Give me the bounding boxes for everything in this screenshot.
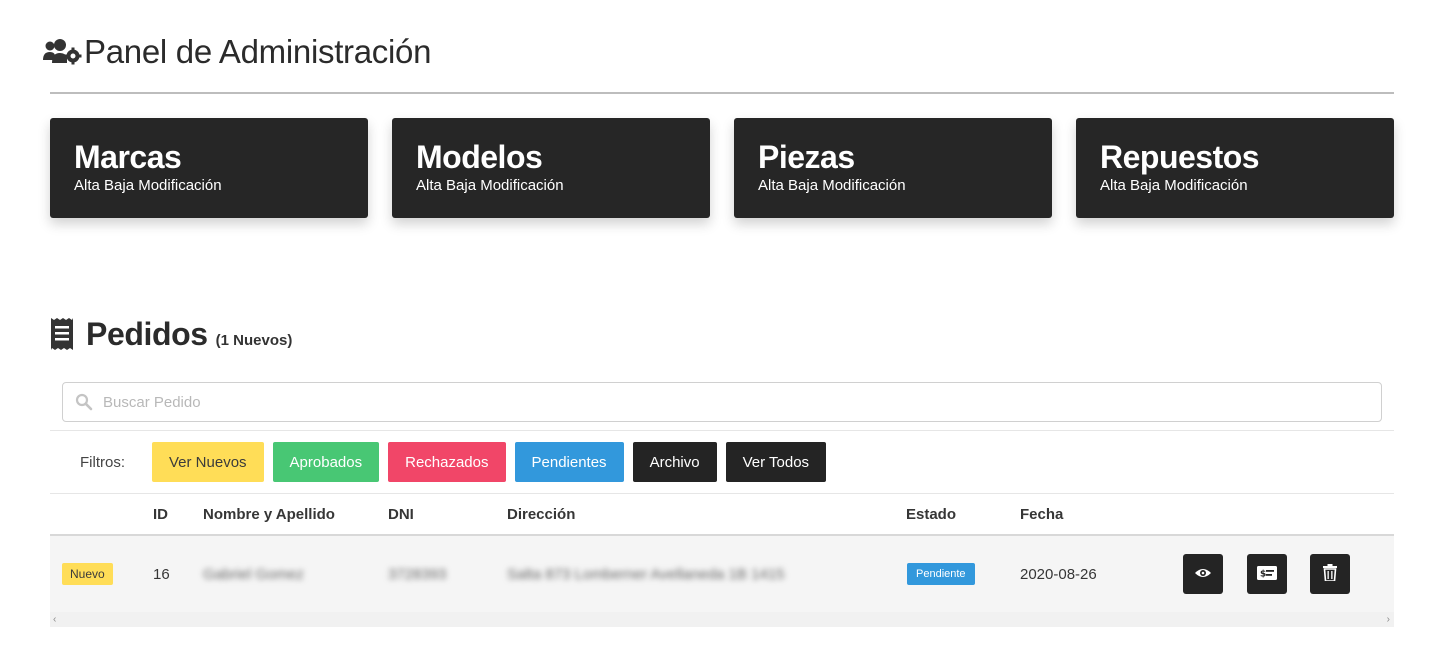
customer-name: Gabriel Gomez: [203, 565, 304, 583]
filter-new-button[interactable]: Ver Nuevos: [152, 442, 264, 482]
column-header-status: Estado: [906, 505, 957, 523]
order-search: [62, 382, 1382, 422]
column-header-date: Fecha: [1020, 505, 1064, 523]
money-check-icon: $: [1257, 565, 1277, 583]
header-divider: [50, 92, 1394, 94]
order-id: 16: [153, 565, 170, 583]
column-header-address: Dirección: [507, 505, 576, 523]
filter-archive-button[interactable]: Archivo: [632, 442, 717, 482]
search-icon: [75, 392, 95, 412]
filters-bar: Filtros: Ver Nuevos Aprobados Rechazados…: [50, 442, 835, 482]
filter-pending-button[interactable]: Pendientes: [514, 442, 624, 482]
scroll-left-icon[interactable]: ‹: [53, 612, 56, 627]
trash-icon: [1323, 564, 1337, 584]
status-cell: Pendiente: [907, 536, 975, 612]
column-header-dni: DNI: [388, 505, 414, 523]
order-date: 2020-08-26: [1020, 565, 1097, 583]
page-title: Panel de Administración: [84, 33, 432, 70]
delete-order-button[interactable]: [1310, 554, 1350, 594]
column-header-id: ID: [153, 505, 168, 523]
card-title: Repuestos: [1100, 139, 1260, 175]
status-badge: Pendiente: [907, 563, 975, 585]
table-row[interactable]: Nuevo 16 Gabriel Gomez 3728393 Salta 873…: [50, 536, 1394, 612]
receipt-icon: [50, 316, 86, 352]
new-badge: Nuevo: [62, 563, 113, 585]
users-cog-icon: [42, 34, 84, 70]
filters-label: Filtros:: [80, 453, 125, 471]
scroll-right-icon[interactable]: ›: [1387, 612, 1390, 627]
card-subtitle: Alta Baja Modificación: [758, 177, 906, 194]
card-subtitle: Alta Baja Modificación: [416, 177, 564, 194]
card-marcas[interactable]: Marcas Alta Baja Modificación: [50, 118, 368, 218]
card-title: Modelos: [416, 139, 543, 175]
card-modelos[interactable]: Modelos Alta Baja Modificación: [392, 118, 710, 218]
card-title: Piezas: [758, 139, 855, 175]
column-header-name: Nombre y Apellido: [203, 505, 335, 523]
invoice-order-button[interactable]: $: [1247, 554, 1287, 594]
divider: [50, 430, 1394, 431]
card-title: Marcas: [74, 139, 182, 175]
card-subtitle: Alta Baja Modificación: [1100, 177, 1248, 194]
svg-text:$: $: [1260, 569, 1266, 579]
table-header: ID Nombre y Apellido DNI Dirección Estad…: [50, 494, 1394, 536]
filter-rejected-button[interactable]: Rechazados: [388, 442, 506, 482]
orders-title: Pedidos: [86, 315, 208, 352]
card-piezas[interactable]: Piezas Alta Baja Modificación: [734, 118, 1052, 218]
view-order-button[interactable]: [1183, 554, 1223, 594]
search-input[interactable]: [103, 393, 1373, 411]
eye-icon: [1194, 567, 1212, 582]
filter-approved-button[interactable]: Aprobados: [272, 442, 380, 482]
card-repuestos[interactable]: Repuestos Alta Baja Modificación: [1076, 118, 1394, 218]
card-subtitle: Alta Baja Modificación: [74, 177, 222, 194]
orders-new-count: (1 Nuevos): [215, 331, 293, 349]
customer-dni: 3728393: [388, 565, 447, 583]
orders-table: ID Nombre y Apellido DNI Dirección Estad…: [50, 494, 1394, 612]
horizontal-scrollbar[interactable]: ‹ ›: [50, 612, 1394, 627]
filter-all-button[interactable]: Ver Todos: [725, 442, 827, 482]
admin-cards: Marcas Alta Baja Modificación Modelos Al…: [50, 118, 1394, 218]
new-badge-cell: Nuevo: [62, 536, 113, 612]
page-header: Panel de Administración: [42, 28, 431, 76]
customer-address: Salta 873 Lomberner Avellaneda 1B 1415: [507, 565, 785, 583]
orders-header: Pedidos (1 Nuevos): [50, 312, 292, 356]
